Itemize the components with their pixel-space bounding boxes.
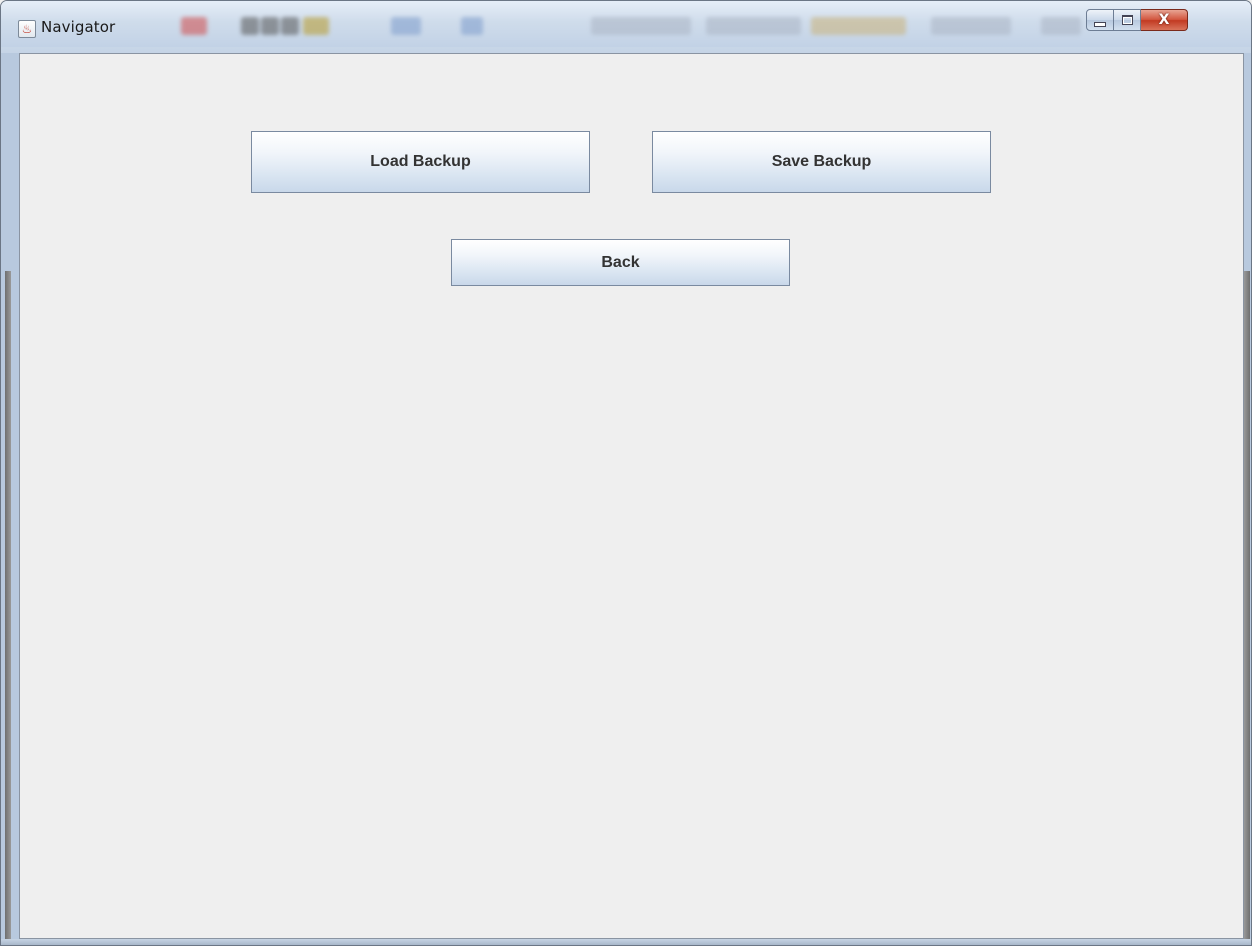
close-button[interactable]: X [1141, 9, 1188, 31]
close-icon: X [1158, 12, 1170, 28]
back-button[interactable]: Back [451, 239, 790, 286]
navigator-window: ♨ Navigator X Load Backup Save Backup Ba… [0, 0, 1252, 946]
window-frame-bottom [1, 939, 1251, 945]
save-backup-button[interactable]: Save Backup [652, 131, 991, 193]
title-bar-glass-background [161, 11, 1081, 41]
caption-buttons: X [1086, 9, 1243, 31]
maximize-button[interactable] [1114, 9, 1141, 31]
content-panel: Load Backup Save Backup Back [19, 53, 1244, 939]
window-title: Navigator [41, 18, 116, 36]
minimize-button[interactable] [1086, 9, 1114, 31]
maximize-icon [1121, 15, 1133, 25]
title-bar[interactable]: ♨ Navigator X [1, 1, 1251, 47]
load-backup-button[interactable]: Load Backup [251, 131, 590, 193]
java-icon[interactable]: ♨ [18, 20, 36, 38]
window-frame-right [1244, 271, 1250, 939]
minimize-icon [1094, 21, 1106, 27]
window-frame-left [5, 271, 11, 939]
